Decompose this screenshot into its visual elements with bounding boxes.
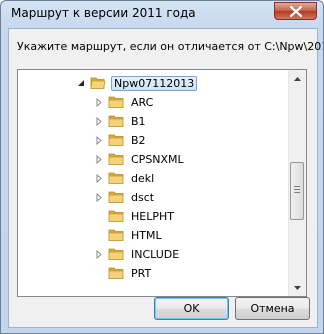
arrow-down-icon <box>294 285 301 290</box>
grip-line <box>294 192 300 193</box>
tree-node-label: Npw07112013 <box>111 75 198 91</box>
tree-node[interactable]: HELPHT <box>94 207 176 225</box>
close-icon <box>290 6 302 17</box>
cancel-button[interactable]: Отмена <box>235 297 310 320</box>
collapse-arrow-icon[interactable] <box>76 78 86 88</box>
folder-icon <box>108 115 124 127</box>
title-bar[interactable]: Маршрут к версии 2011 года <box>1 1 323 27</box>
tree-node[interactable]: dsct <box>94 188 156 206</box>
tree-root-node[interactable]: Npw07112013 <box>76 74 198 92</box>
ok-button[interactable]: OK <box>154 297 229 320</box>
folder-icon <box>108 191 124 203</box>
folder-icon <box>108 153 124 165</box>
tree-node[interactable]: INCLUDE <box>94 245 181 263</box>
tree-node[interactable]: ARC <box>94 93 155 111</box>
folder-icon <box>108 210 124 222</box>
vertical-scrollbar[interactable] <box>288 70 306 296</box>
folder-tree-content: Npw07112013 ARC B1 B2 CPSNXML dekl dsct HELPHT… <box>18 70 290 296</box>
tree-node[interactable]: HTML <box>94 226 164 244</box>
dialog-body: Укажите маршрут, если он отличается от C… <box>8 28 323 328</box>
tree-node[interactable]: PRT <box>94 264 153 282</box>
folder-icon <box>108 248 124 260</box>
folder-icon <box>108 172 124 184</box>
tree-node-label: INCLUDE <box>131 247 180 261</box>
grip-line <box>294 189 300 190</box>
close-button[interactable] <box>274 2 317 20</box>
folder-icon <box>108 229 124 241</box>
tree-node[interactable]: dekl <box>94 169 156 187</box>
tree-node-label: ARC <box>131 95 154 109</box>
folder-open-icon <box>90 77 106 89</box>
expand-arrow-icon[interactable] <box>94 192 104 202</box>
tree-node[interactable]: B1 <box>94 112 148 130</box>
expand-arrow-icon[interactable] <box>94 249 104 259</box>
tree-node-label: B1 <box>131 114 146 128</box>
tree-node-label: dekl <box>131 171 155 185</box>
tree-node-label: dsct <box>131 190 155 204</box>
expand-arrow-icon[interactable] <box>94 154 104 164</box>
grip-line <box>294 186 300 187</box>
folder-icon <box>108 134 124 146</box>
tree-node-label: B2 <box>131 133 146 147</box>
dialog-window: Маршрут к версии 2011 года Укажите маршр… <box>0 0 324 334</box>
expand-arrow-icon[interactable] <box>94 173 104 183</box>
folder-icon <box>108 267 124 279</box>
tree-node-label: HTML <box>131 228 162 242</box>
arrow-up-icon <box>294 76 301 81</box>
prompt-label: Укажите маршрут, если он отличается от C… <box>17 40 324 53</box>
folder-icon <box>108 96 124 108</box>
tree-node[interactable]: B2 <box>94 131 148 149</box>
tree-node-label: HELPHT <box>131 209 174 223</box>
tree-node-label: PRT <box>131 266 152 280</box>
expand-arrow-icon[interactable] <box>94 97 104 107</box>
folder-tree[interactable]: Npw07112013 ARC B1 B2 CPSNXML dekl dsct HELPHT… <box>17 69 307 297</box>
expand-arrow-icon[interactable] <box>94 135 104 145</box>
window-title: Маршрут к версии 2011 года <box>11 6 196 20</box>
scroll-up-button[interactable] <box>289 70 306 87</box>
scroll-thumb[interactable] <box>290 162 304 220</box>
expand-arrow-icon[interactable] <box>94 116 104 126</box>
scroll-down-button[interactable] <box>289 279 306 296</box>
tree-node[interactable]: CPSNXML <box>94 150 186 168</box>
tree-node-label: CPSNXML <box>131 152 184 166</box>
